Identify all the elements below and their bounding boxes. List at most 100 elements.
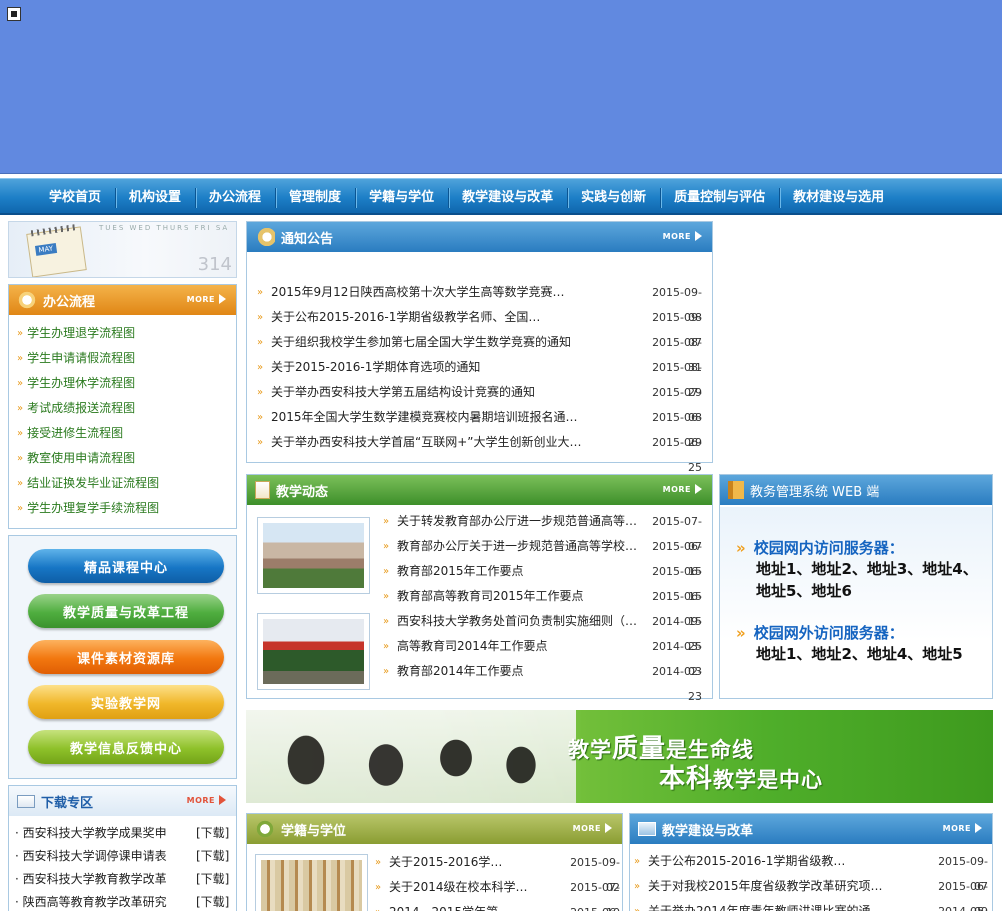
academic-system-body: » 校园网内访问服务器： 地址1、地址2、地址3、地址4、地址5、地址6 » 校园网…	[720, 507, 992, 698]
bullet-icon: »	[17, 453, 24, 464]
download-tag[interactable]: [下载]	[196, 891, 236, 911]
list-item[interactable]: » 2015年全国大学生数学建模竞赛校内暑期培训班报名通… 2015-06-29	[257, 405, 702, 449]
more-label: MORE	[942, 823, 971, 833]
feedback-center-button[interactable]: 教学信息反馈中心	[28, 730, 224, 764]
download-tag[interactable]: [下载]	[196, 868, 236, 891]
nav-item-regulations[interactable]: 管理制度	[275, 179, 355, 213]
bullet-icon: »	[375, 900, 389, 911]
course-center-button[interactable]: 精品课程中心	[28, 549, 224, 583]
list-item[interactable]: » 关于公布2015-2016-1学期省级教… 2015-09-07	[634, 849, 988, 893]
list-item[interactable]: » 高等教育司2014年工作要点 2014-03-03	[383, 634, 702, 678]
bullet-icon: »	[257, 312, 264, 323]
list-item[interactable]: » 西安科技大学教务处首问负责制实施细则（… 2014-09-25	[383, 609, 702, 653]
download-tag[interactable]: [下载]	[196, 822, 236, 845]
list-item[interactable]: »2014—2015学年第…2015-06-10	[375, 900, 620, 911]
list-item[interactable]: » 教育部办公厅关于进一步规范普通高等学校… 2015-06-15	[383, 534, 702, 578]
item-title: 高等教育司2014年工作要点	[397, 639, 548, 653]
list-item[interactable]: » 结业证换发毕业证流程图	[17, 471, 236, 496]
list-item[interactable]: » 关于2015-2016-1学期体育选项的通知 2015-08-29	[257, 355, 702, 399]
nav-item-textbook[interactable]: 教材建设与选用	[779, 179, 898, 213]
list-item[interactable]: » 学生办理退学流程图	[17, 321, 236, 346]
arrow-right-icon	[975, 823, 982, 833]
certificate-icon	[255, 820, 275, 838]
list-item[interactable]: »关于2014级在校本科学…2015-07-10	[375, 875, 620, 911]
notice-panel: 通知公告 MORE » 2015年9月12日陕西高校第十次大学生高等数学竞赛… 20…	[246, 221, 713, 474]
notice-more-link[interactable]: MORE	[663, 231, 702, 241]
list-item[interactable]: » 关于转发教育部办公厅进一步规范普通高等… 2015-07-07	[383, 509, 702, 553]
intranet-addresses[interactable]: 地址1、地址2、地址3、地址4、地址5、地址6	[736, 558, 986, 602]
list-item[interactable]: · 西安科技大学调停课申请表 [下载]	[15, 845, 236, 868]
list-item[interactable]: » 关于举办西安科技大学首届“互联网+”大学生创新创业大… 2015-06-25	[257, 430, 702, 474]
download-mail-icon	[17, 794, 35, 808]
double-chevron-icon: »	[736, 623, 746, 642]
arrow-right-icon	[605, 823, 612, 833]
bullet-icon: »	[383, 566, 390, 577]
nav-item-status-degree[interactable]: 学籍与学位	[355, 179, 448, 213]
download-title-text: 西安科技大学调停课申请表	[22, 849, 167, 863]
nav-item-quality-control[interactable]: 质量控制与评估	[660, 179, 779, 213]
slogan-banner: 教学质量是生命线 本科教学是中心	[246, 710, 993, 803]
calendar-image: MAY	[26, 226, 87, 277]
list-item[interactable]: » 关于2015-2016学… 2015-09-02	[375, 850, 620, 894]
list-item[interactable]: » 关于组织我校学生参加第七届全国大学生数学竞赛的通知 2015-08-31	[257, 330, 702, 374]
arrow-right-icon	[695, 231, 702, 241]
list-item[interactable]: » 考试成绩报送流程图	[17, 396, 236, 421]
page: 学校首页 机构设置 办公流程 管理制度 学籍与学位 教学建设与改革 实践与创新 …	[0, 0, 1002, 911]
list-item[interactable]: » 学生办理复学手续流程图	[17, 496, 236, 521]
list-item[interactable]: » 教室使用申请流程图	[17, 446, 236, 471]
download-title: · 陕西高等教育教学改革研究	[15, 895, 167, 909]
bullet-icon: »	[257, 362, 264, 373]
books-photo	[261, 860, 362, 911]
dynamics-more-link[interactable]: MORE	[663, 484, 702, 494]
list-item[interactable]: » 接受进修生流程图	[17, 421, 236, 446]
nav-item-organization[interactable]: 机构设置	[115, 179, 195, 213]
item-title: 关于2015-2016学…	[389, 855, 503, 869]
bullet-icon: »	[257, 412, 264, 423]
link-text: 学生办理休学流程图	[27, 376, 136, 390]
nav-item-office-process[interactable]: 办公流程	[195, 179, 275, 213]
list-item[interactable]: » 教育部2014年工作要点 2014-02-23	[383, 659, 702, 703]
nav-item-home[interactable]: 学校首页	[35, 179, 115, 213]
broken-image-icon	[7, 7, 21, 21]
list-item[interactable]: »关于举办2014年度青年教师讲课比赛的通… 2014-05-05	[634, 899, 988, 911]
student-status-panel: 学籍与学位 MORE » 关于2015-2016学… 2015-09-02 » 关于2…	[246, 813, 623, 911]
news-thumbnail-parade[interactable]	[257, 613, 370, 690]
item-title: 教育部高等教育司2015年工作要点	[397, 589, 584, 603]
list-item[interactable]: » 关于公布2015-2016-1学期省级教学名师、全国… 2015-09-07	[257, 305, 702, 349]
download-tag[interactable]: [下载]	[196, 845, 236, 868]
extranet-addresses[interactable]: 地址1、地址2、地址4、地址5	[736, 643, 986, 665]
slogan-text: 教学是中心	[713, 768, 824, 792]
list-item[interactable]: · 西安科技大学教育教学改革 [下载]	[15, 868, 236, 891]
more-label: MORE	[662, 231, 691, 241]
list-item[interactable]: » 关于举办西安科技大学第五届结构设计竞赛的通知 2015-07-08	[257, 380, 702, 424]
list-item[interactable]: » 教育部2015年工作要点 2015-06-15	[383, 559, 702, 603]
experiment-teaching-button[interactable]: 实验教学网	[28, 685, 224, 719]
teaching-reform-more-link[interactable]: MORE	[943, 823, 982, 833]
courseware-library-button[interactable]: 课件素材资源库	[28, 640, 224, 674]
books-thumbnail[interactable]	[255, 854, 368, 911]
download-title: · 西安科技大学教学成果奖申	[15, 826, 167, 840]
office-more-link[interactable]: MORE	[187, 294, 226, 304]
list-item[interactable]: » 学生申请请假流程图	[17, 346, 236, 371]
extranet-title-text: 校园网外访问服务器：	[753, 624, 904, 642]
quality-reform-button[interactable]: 教学质量与改革工程	[28, 594, 224, 628]
list-item[interactable]: · 陕西高等教育教学改革研究 [下载]	[15, 891, 236, 911]
nav-item-practice-innovation[interactable]: 实践与创新	[567, 179, 660, 213]
download-title-text: 陕西高等教育教学改革研究	[22, 895, 167, 909]
double-chevron-icon: »	[736, 538, 746, 557]
slogan-text: 教学	[568, 738, 612, 762]
nav-item-teaching-reform[interactable]: 教学建设与改革	[448, 179, 567, 213]
news-thumbnail-building[interactable]	[257, 517, 370, 594]
downloads-more-link[interactable]: MORE	[187, 795, 226, 805]
item-title: 关于公布2015-2016-1学期省级教学名师、全国…	[271, 310, 541, 324]
list-item[interactable]: · 西安科技大学教学成果奖申 [下载]	[15, 822, 236, 845]
quick-links-panel: 精品课程中心 教学质量与改革工程 课件素材资源库 实验教学网 教学信息反馈中心	[8, 535, 237, 779]
list-item[interactable]: »关于对我校2015年度省级教学改革研究项…2015-06-09	[634, 874, 988, 911]
intranet-section: » 校园网内访问服务器： 地址1、地址2、地址3、地址4、地址5、地址6	[736, 537, 986, 602]
student-status-more-link[interactable]: MORE	[573, 823, 612, 833]
list-item[interactable]: » 学生办理休学流程图	[17, 371, 236, 396]
list-item[interactable]: » 2015年9月12日陕西高校第十次大学生高等数学竞赛… 2015-09-08	[257, 280, 702, 324]
list-item[interactable]: » 教育部高等教育司2015年工作要点 2015-06-15	[383, 584, 702, 628]
bullet-icon: »	[17, 478, 24, 489]
bullet-icon: »	[17, 428, 24, 439]
